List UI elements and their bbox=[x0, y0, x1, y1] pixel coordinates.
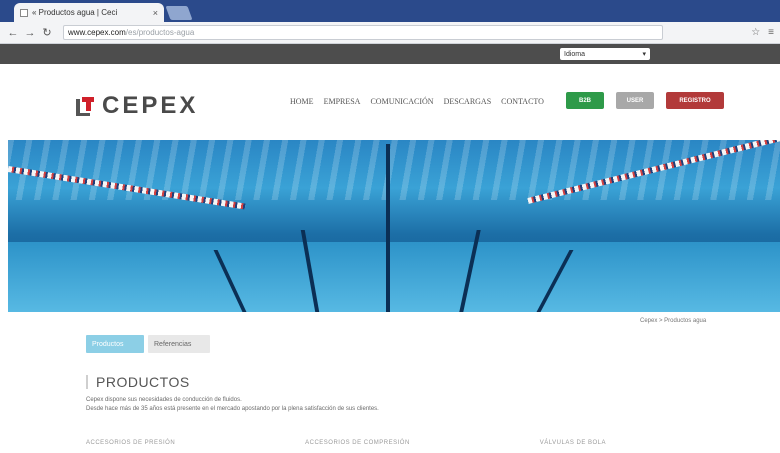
browser-tabstrip: « Productos agua | Ceci × bbox=[0, 0, 780, 22]
description-line: Desde hace más de 35 años está presente … bbox=[86, 406, 379, 412]
description-line: Cepex dispone sus necesidades de conducc… bbox=[86, 397, 242, 403]
user-button[interactable]: USER bbox=[616, 92, 654, 109]
section-description: Cepex dispone sus necesidades de conducc… bbox=[86, 396, 379, 414]
logo-text: CEPEX bbox=[102, 92, 199, 119]
back-icon[interactable]: ← bbox=[6, 26, 20, 40]
close-tab-icon[interactable]: × bbox=[153, 8, 158, 18]
forward-icon[interactable]: → bbox=[23, 26, 37, 40]
content-tabs: Productos Referencias bbox=[86, 335, 210, 353]
reload-icon[interactable]: ↻ bbox=[40, 26, 54, 40]
lane-line bbox=[386, 144, 390, 312]
page-title: PRODUCTOS bbox=[96, 374, 190, 390]
language-select[interactable]: Idioma ▾ bbox=[560, 48, 650, 60]
browser-toolbar: ← → ↻ www.cepex.com/es/productos-agua ☆ … bbox=[0, 22, 780, 44]
nav-item-contacto[interactable]: CONTACTO bbox=[501, 97, 544, 106]
category-accesorios-compresion[interactable]: ACCESORIOS DE COMPRESIÓN bbox=[305, 440, 410, 446]
page-favicon-icon bbox=[20, 8, 28, 17]
site-header: CEPEX HOME EMPRESA COMUNICACIÓN DESCARGA… bbox=[0, 64, 780, 140]
chevron-down-icon: ▾ bbox=[642, 51, 646, 58]
title-marker bbox=[86, 375, 88, 389]
star-icon[interactable]: ☆ bbox=[751, 27, 760, 38]
category-accesorios-presion[interactable]: ACCESORIOS DE PRESIÓN bbox=[86, 440, 175, 446]
breadcrumb: Cepex > Productos agua bbox=[640, 318, 707, 324]
tab-productos[interactable]: Productos bbox=[86, 335, 144, 353]
main-nav: HOME EMPRESA COMUNICACIÓN DESCARGAS CONT… bbox=[290, 97, 544, 106]
top-bar: Idioma ▾ bbox=[0, 44, 780, 64]
language-select-value: Idioma bbox=[564, 50, 586, 58]
tab-referencias[interactable]: Referencias bbox=[148, 335, 210, 353]
nav-item-comunicacion[interactable]: COMUNICACIÓN bbox=[370, 97, 433, 106]
section-title: PRODUCTOS bbox=[86, 374, 190, 390]
url-host: www.cepex.com bbox=[68, 28, 126, 37]
browser-tab[interactable]: « Productos agua | Ceci × bbox=[14, 3, 164, 22]
hero-pool-image bbox=[8, 140, 780, 312]
nav-item-empresa[interactable]: EMPRESA bbox=[324, 97, 361, 106]
nav-item-descargas[interactable]: DESCARGAS bbox=[444, 97, 492, 106]
cepex-logo[interactable]: CEPEX bbox=[74, 92, 198, 120]
menu-icon[interactable]: ≡ bbox=[768, 27, 774, 38]
logo-mark-icon bbox=[74, 95, 96, 117]
address-bar[interactable]: www.cepex.com/es/productos-agua bbox=[63, 25, 663, 40]
category-valvulas-bola[interactable]: VÁLVULAS DE BOLA bbox=[540, 440, 606, 446]
new-tab-button[interactable] bbox=[165, 6, 193, 20]
product-categories: ACCESORIOS DE PRESIÓN ACCESORIOS DE COMP… bbox=[86, 440, 606, 446]
tab-title: « Productos agua | Ceci bbox=[32, 8, 118, 17]
b2b-button[interactable]: B2B bbox=[566, 92, 604, 109]
nav-item-home[interactable]: HOME bbox=[290, 97, 314, 106]
url-path: /es/productos-agua bbox=[125, 28, 195, 37]
registro-button[interactable]: REGISTRO bbox=[666, 92, 724, 109]
